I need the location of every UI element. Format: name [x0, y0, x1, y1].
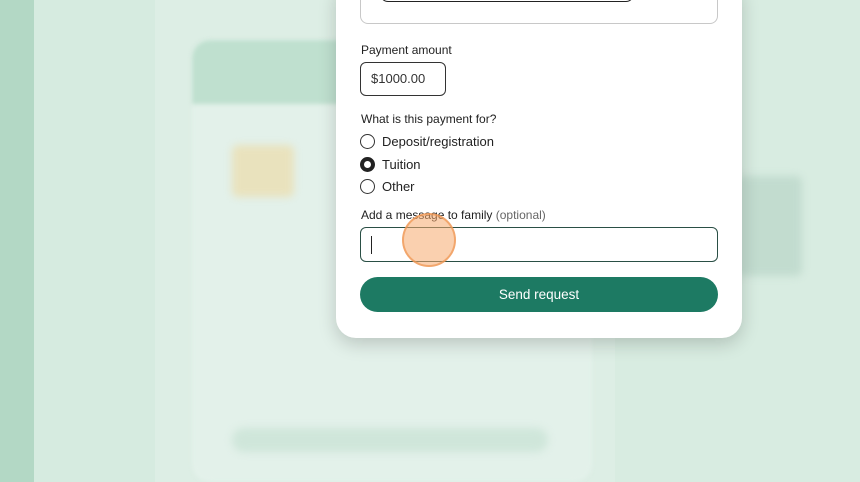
- text-caret: [371, 236, 372, 254]
- backdrop-button: [232, 428, 548, 452]
- radio-button[interactable]: [360, 178, 375, 194]
- payment-purpose-label: What is this payment for?: [361, 112, 497, 126]
- radio-label: Tuition: [382, 156, 421, 172]
- backdrop-image: [232, 145, 294, 197]
- radio-label: Deposit/registration: [382, 133, 494, 149]
- message-label: Add a message to family (optional): [361, 208, 546, 222]
- backdrop-left-strip: [0, 0, 34, 482]
- radio-option-deposit[interactable]: Deposit/registration: [360, 132, 494, 150]
- radio-label: Other: [382, 178, 415, 194]
- previous-field-box: [360, 0, 718, 24]
- payment-amount-label: Payment amount: [361, 43, 452, 57]
- radio-button[interactable]: [360, 133, 375, 149]
- previous-field-inner[interactable]: [380, 0, 634, 2]
- payment-amount-input[interactable]: $1000.00: [360, 62, 446, 96]
- radio-option-other[interactable]: Other: [360, 177, 415, 195]
- backdrop-image: [738, 176, 802, 276]
- radio-option-tuition[interactable]: Tuition: [360, 155, 421, 173]
- radio-button-selected[interactable]: [360, 156, 375, 172]
- click-indicator: [402, 213, 456, 267]
- optional-tag: (optional): [495, 208, 546, 222]
- send-request-button[interactable]: Send request: [360, 277, 718, 312]
